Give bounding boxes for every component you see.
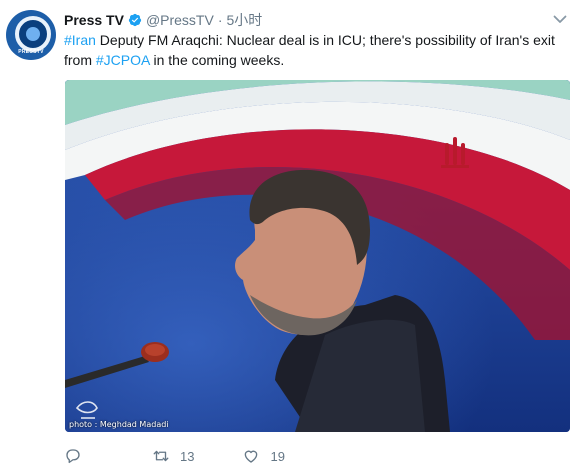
hashtag-jcpoa[interactable]: #JCPOA — [96, 52, 150, 68]
avatar[interactable]: PRESSTV — [6, 10, 56, 60]
like-button[interactable]: 19 — [242, 447, 285, 465]
retweet-count: 13 — [180, 448, 195, 464]
verified-badge-icon — [128, 13, 142, 27]
tweet-text: #Iran Deputy FM Araqchi: Nuclear deal is… — [64, 30, 564, 70]
tweet-text-part2: in the coming weeks. — [149, 52, 285, 68]
retweet-button[interactable]: 13 — [152, 447, 194, 465]
heart-icon — [245, 450, 258, 463]
tweet-actions: 13 19 — [64, 446, 327, 466]
separator-dot: · — [217, 12, 223, 28]
reply-icon — [66, 449, 80, 464]
photo-credit: photo : Meghdad Madadi — [69, 420, 169, 429]
chevron-down-icon[interactable] — [553, 14, 567, 24]
timestamp[interactable]: 5小时 — [227, 10, 263, 30]
tweet-photo[interactable]: photo : Meghdad Madadi — [65, 80, 570, 432]
retweet-icon — [153, 450, 169, 462]
tweet-card[interactable]: PRESSTV Press TV @PressTV · 5小时 #Iran De… — [0, 0, 580, 472]
reply-button[interactable] — [64, 447, 92, 465]
photo-illustration — [65, 80, 570, 432]
hashtag-iran[interactable]: #Iran — [64, 32, 96, 48]
user-handle[interactable]: @PressTV — [146, 12, 214, 28]
like-count: 19 — [270, 448, 285, 464]
tweet-header: Press TV @PressTV · 5小时 — [64, 11, 262, 29]
avatar-logo-text: PRESSTV — [18, 49, 44, 55]
display-name[interactable]: Press TV — [64, 12, 124, 28]
presstv-logo-icon — [15, 16, 51, 52]
